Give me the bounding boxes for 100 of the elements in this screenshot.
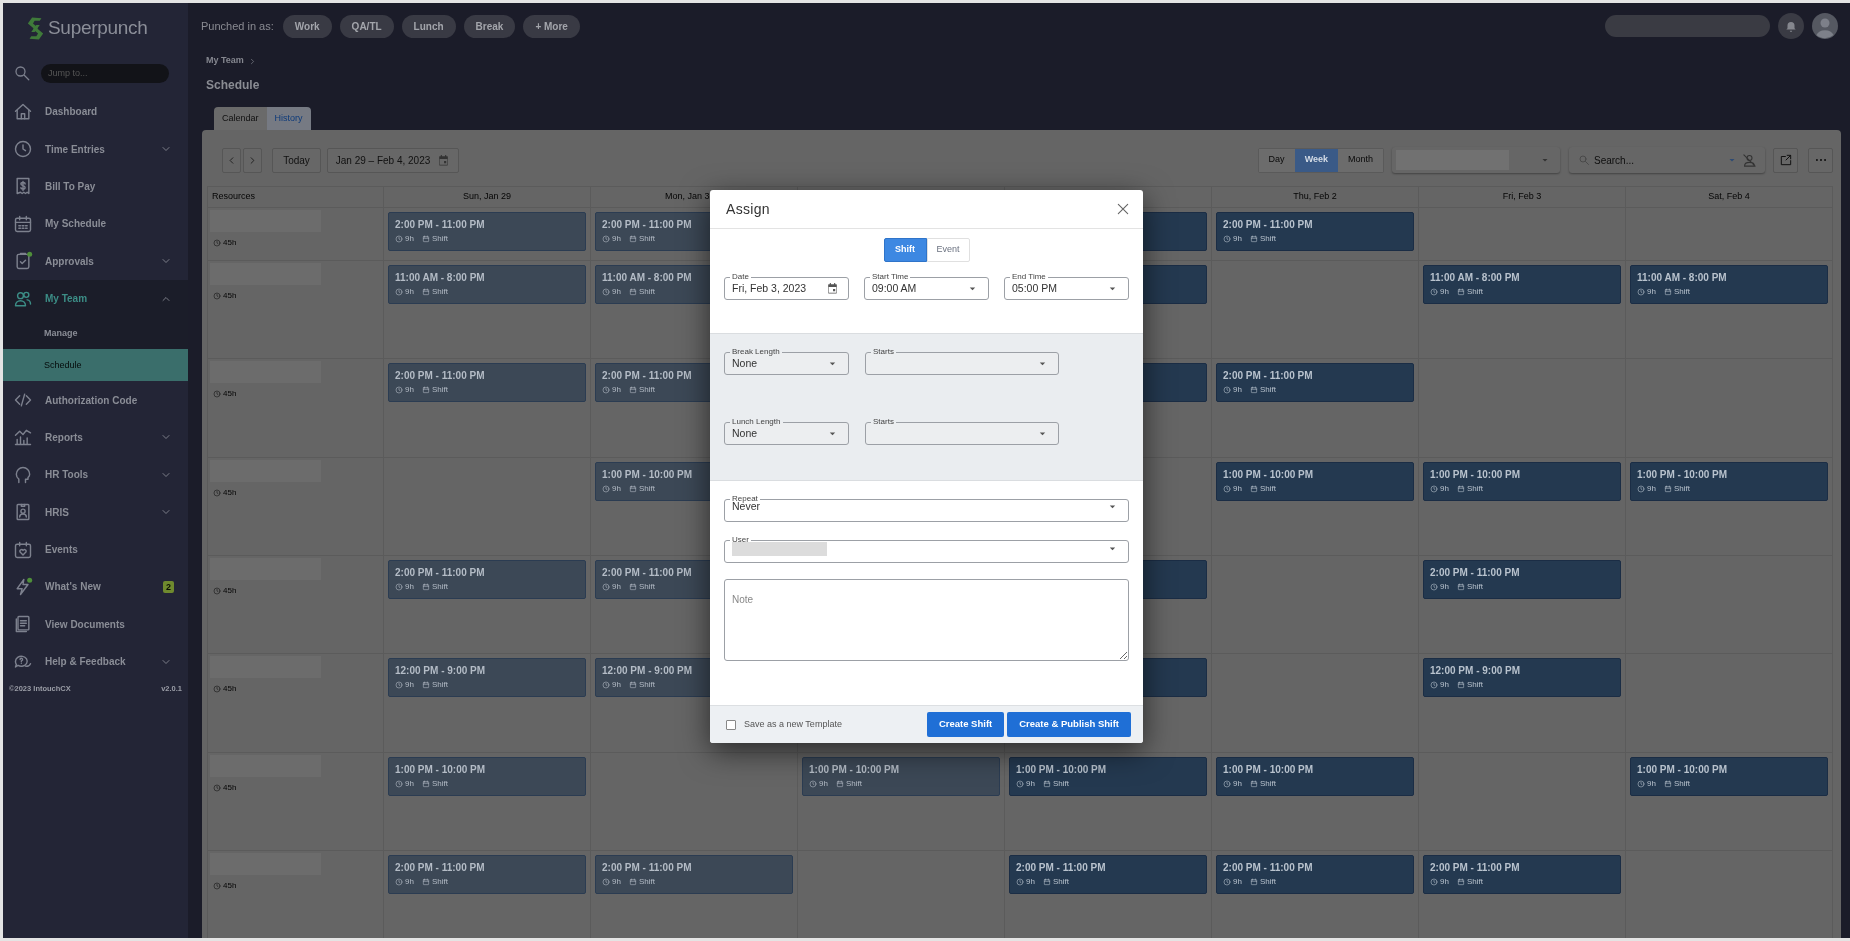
punch-button[interactable]: QA/TL: [339, 14, 394, 38]
calendar-cell[interactable]: 1:00 PM - 10:00 PM 9h Shift: [1212, 458, 1419, 556]
sidebar-item[interactable]: My Schedule: [3, 205, 188, 243]
calendar-cell[interactable]: 1:00 PM - 10:00 PM 9h Shift: [1212, 753, 1419, 851]
repeat-select[interactable]: Repeat Never: [724, 495, 1129, 522]
shift-card[interactable]: 2:00 PM - 11:00 PM 9h Shift: [1216, 855, 1414, 894]
sidebar-item[interactable]: Help & Feedback: [3, 643, 188, 681]
primary-button[interactable]: Create & Publish Shift: [1007, 712, 1131, 737]
shift-type: Shift: [431, 234, 448, 243]
today-button[interactable]: Today: [272, 147, 321, 173]
shift-card[interactable]: 1:00 PM - 10:00 PM 9h Shift: [388, 757, 586, 796]
shift-card[interactable]: 2:00 PM - 11:00 PM 9h Shift: [388, 560, 586, 599]
calendar-cell[interactable]: 1:00 PM - 10:00 PM 9h Shift: [1005, 753, 1212, 851]
shift-card[interactable]: 2:00 PM - 11:00 PM 9h Shift: [388, 855, 586, 894]
view-button[interactable]: Month: [1338, 148, 1383, 172]
calendar-cell[interactable]: 2:00 PM - 11:00 PM 9h Shift: [384, 208, 591, 261]
shift-time: 12:00 PM - 9:00 PM: [602, 665, 693, 677]
calendar-cell[interactable]: 12:00 PM - 9:00 PM 9h Shift: [1419, 654, 1626, 753]
time-select[interactable]: Start Time 09:00 AM: [864, 273, 989, 300]
mode-toggle[interactable]: Shift: [883, 238, 927, 262]
view-button[interactable]: Week: [1294, 148, 1338, 172]
mode-toggle[interactable]: Event: [926, 238, 970, 262]
shift-card[interactable]: 1:00 PM - 10:00 PM 9h Shift: [1630, 757, 1828, 796]
calendar-cell[interactable]: 2:00 PM - 11:00 PM 9h Shift: [1419, 556, 1626, 654]
shift-card[interactable]: 1:00 PM - 10:00 PM 9h Shift: [1216, 757, 1414, 796]
calendar-cell[interactable]: 2:00 PM - 11:00 PM 9h Shift: [1005, 851, 1212, 938]
sidebar-item[interactable]: View Documents: [3, 605, 188, 644]
starts-select[interactable]: Starts: [865, 418, 1059, 445]
punch-button[interactable]: Work: [282, 14, 332, 38]
shift-card[interactable]: 11:00 AM - 8:00 PM 9h Shift: [1423, 265, 1621, 304]
shift-card[interactable]: 2:00 PM - 11:00 PM 9h Shift: [388, 212, 586, 251]
shift-duration: 9h: [1440, 287, 1449, 296]
calendar-cell[interactable]: 12:00 PM - 9:00 PM 9h Shift: [384, 654, 591, 753]
calendar-cell[interactable]: 1:00 PM - 10:00 PM 9h Shift: [798, 753, 1005, 851]
calendar-cell[interactable]: 11:00 AM - 8:00 PM 9h Shift: [384, 261, 591, 359]
calendar-cell[interactable]: 2:00 PM - 11:00 PM 9h Shift: [1212, 359, 1419, 458]
time-select[interactable]: End Time 05:00 PM: [1004, 273, 1129, 300]
shift-type: Shift: [1466, 582, 1483, 591]
date-range-picker[interactable]: Jan 29 – Feb 4, 2023: [327, 147, 459, 173]
calendar-cell[interactable]: 2:00 PM - 11:00 PM 9h Shift: [384, 556, 591, 654]
shift-card[interactable]: 2:00 PM - 11:00 PM 9h Shift: [595, 855, 793, 894]
shift-card[interactable]: 1:00 PM - 10:00 PM 9h Shift: [1009, 757, 1207, 796]
sidebar-item[interactable]: Events: [3, 530, 188, 569]
starts-select[interactable]: Starts: [865, 348, 1059, 375]
calendar-cell[interactable]: 1:00 PM - 10:00 PM 9h Shift: [384, 753, 591, 851]
shift-card[interactable]: 1:00 PM - 10:00 PM 9h Shift: [802, 757, 1000, 796]
shift-type: Shift: [431, 287, 448, 296]
shift-card[interactable]: 12:00 PM - 9:00 PM 9h Shift: [388, 658, 586, 697]
calendar-cell[interactable]: 2:00 PM - 11:00 PM 9h Shift: [591, 851, 798, 938]
calendar-cell[interactable]: 1:00 PM - 10:00 PM 9h Shift: [1626, 753, 1833, 851]
calendar-cell[interactable]: 11:00 AM - 8:00 PM 9h Shift: [1419, 261, 1626, 359]
shift-card[interactable]: 2:00 PM - 11:00 PM 9h Shift: [1009, 855, 1207, 894]
shift-time: 2:00 PM - 11:00 PM: [1223, 219, 1313, 231]
primary-button[interactable]: Create Shift: [926, 712, 1005, 737]
shift-card[interactable]: 11:00 AM - 8:00 PM 9h Shift: [388, 265, 586, 304]
sidebar-item[interactable]: Authorization Code: [3, 381, 188, 419]
calendar-cell[interactable]: 1:00 PM - 10:00 PM 9h Shift: [1419, 458, 1626, 556]
sidebar-item[interactable]: My Team: [3, 279, 188, 318]
calendar-cell[interactable]: 2:00 PM - 11:00 PM 9h Shift: [1419, 851, 1626, 938]
date-field[interactable]: Date Fri, Feb 3, 2023: [724, 273, 849, 300]
view-button[interactable]: Day: [1258, 148, 1295, 172]
length-select[interactable]: Break Length None: [724, 348, 849, 375]
punch-button[interactable]: Break: [463, 14, 516, 38]
calendar-cell[interactable]: 2:00 PM - 11:00 PM 9h Shift: [1212, 208, 1419, 261]
breadcrumb-link[interactable]: My Team: [206, 54, 244, 68]
calendar-cell[interactable]: 2:00 PM - 11:00 PM 9h Shift: [384, 359, 591, 458]
sidebar-item[interactable]: Time Entries: [3, 130, 188, 168]
user-select[interactable]: User: [724, 536, 1129, 563]
length-select[interactable]: Lunch Length None: [724, 418, 849, 445]
submenu-item[interactable]: Manage: [3, 317, 188, 350]
tab[interactable]: Calendar: [214, 107, 267, 130]
shift-card[interactable]: 2:00 PM - 11:00 PM 9h Shift: [1423, 560, 1621, 599]
shift-card[interactable]: 1:00 PM - 10:00 PM 9h Shift: [1216, 462, 1414, 501]
sidebar-item[interactable]: Bill To Pay: [3, 167, 188, 206]
calendar-cell[interactable]: 1:00 PM - 10:00 PM 9h Shift: [1626, 458, 1833, 556]
punch-button[interactable]: Lunch: [401, 14, 456, 38]
shift-card[interactable]: 11:00 AM - 8:00 PM 9h Shift: [1630, 265, 1828, 304]
submenu-item[interactable]: Schedule: [3, 349, 188, 382]
sidebar-item[interactable]: HR Tools: [3, 456, 188, 494]
sidebar-item[interactable]: Dashboard: [3, 93, 188, 131]
punch-button[interactable]: + More: [523, 14, 580, 38]
shift-card[interactable]: 1:00 PM - 10:00 PM 9h Shift: [1423, 462, 1621, 501]
shift-card[interactable]: 2:00 PM - 11:00 PM 9h Shift: [1423, 855, 1621, 894]
jump-to-field[interactable]: Jump to...: [41, 63, 169, 83]
calendar-cell[interactable]: 2:00 PM - 11:00 PM 9h Shift: [1212, 851, 1419, 938]
calendar-cell[interactable]: 2:00 PM - 11:00 PM 9h Shift: [384, 851, 591, 938]
shift-card[interactable]: 2:00 PM - 11:00 PM 9h Shift: [1216, 363, 1414, 402]
shift-time: 1:00 PM - 10:00 PM: [1637, 764, 1728, 776]
shift-card[interactable]: 2:00 PM - 11:00 PM 9h Shift: [1216, 212, 1414, 251]
search-field[interactable]: Search...: [1569, 147, 1765, 173]
sidebar-item[interactable]: HRIS: [3, 493, 188, 531]
shift-card[interactable]: 12:00 PM - 9:00 PM 9h Shift: [1423, 658, 1621, 697]
sidebar-item[interactable]: Reports: [3, 418, 188, 457]
tab[interactable]: History: [266, 107, 311, 130]
calendar-cell[interactable]: 11:00 AM - 8:00 PM 9h Shift: [1626, 261, 1833, 359]
sidebar-item[interactable]: Approvals: [3, 242, 188, 280]
note-field[interactable]: Note: [724, 579, 1129, 661]
sidebar-item[interactable]: What's New 2: [3, 568, 188, 606]
shift-card[interactable]: 2:00 PM - 11:00 PM 9h Shift: [388, 363, 586, 402]
shift-card[interactable]: 1:00 PM - 10:00 PM 9h Shift: [1630, 462, 1828, 501]
